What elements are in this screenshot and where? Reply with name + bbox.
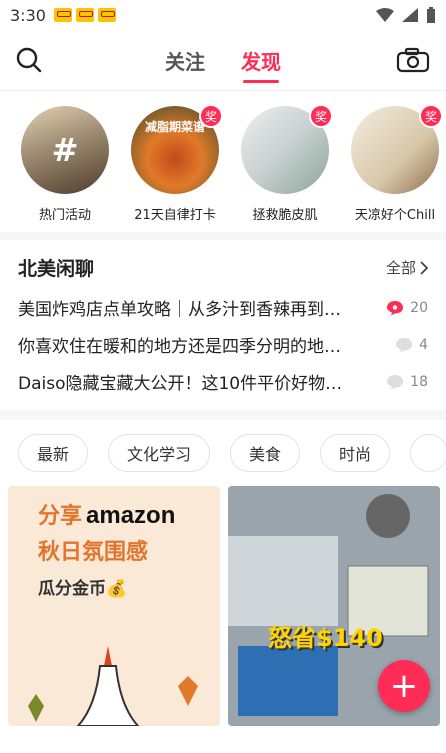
comment-icon — [396, 337, 413, 352]
chip-food[interactable]: 美食 — [230, 434, 301, 472]
chip-fashion[interactable]: 时尚 — [320, 434, 391, 472]
forum-title: 北美闲聊 — [18, 258, 95, 280]
chip-more[interactable] — [410, 434, 446, 472]
notification-icon — [53, 8, 72, 22]
forum-post[interactable]: Daiso隐藏宝藏大公开！这10件平价好物… 18 — [18, 363, 428, 400]
nav-discover[interactable] — [203, 737, 243, 753]
search-icon[interactable] — [16, 47, 42, 73]
tab-discover[interactable]: 发现 — [241, 46, 281, 75]
category-chips: 最新 文化学习 美食 时尚 — [0, 420, 446, 486]
headline-prefix: 分享 — [38, 504, 83, 529]
story-discipline[interactable]: 减脂期菜谱 奖 21天自律打卡 — [130, 104, 223, 232]
view-all-label: 全部 — [385, 259, 416, 277]
comment-count: 18 — [384, 374, 428, 390]
reward-badge: 奖 — [199, 104, 223, 128]
signal-icon — [402, 8, 418, 22]
hot-comment-icon — [387, 300, 404, 315]
story-label: 拯救脆皮肌 — [252, 208, 318, 223]
forum-section: 北美闲聊 全部 美国炸鸡店点单攻略｜从多汁到香辣再到… 20 你喜欢住在暖和的地… — [0, 240, 446, 420]
post-title: Daiso隐藏宝藏大公开！这10件平价好物… — [18, 374, 343, 394]
story-label: 21天自律打卡 — [134, 208, 216, 223]
lantern-illustration — [28, 646, 198, 726]
story-skincare[interactable]: 奖 拯救脆皮肌 — [240, 104, 333, 232]
bottom-nav — [0, 737, 446, 753]
notification-icon — [75, 8, 94, 22]
comment-count-value: 4 — [419, 336, 428, 353]
story-chill[interactable]: 奖 天凉好个Chill — [350, 104, 443, 232]
status-bar: 3:30 — [0, 0, 446, 30]
post-title: 美国炸鸡店点单攻略｜从多汁到香辣再到… — [18, 300, 341, 320]
wifi-icon — [376, 8, 394, 22]
notification-icon — [97, 8, 116, 22]
feed-card[interactable]: 分享 amazon 秋日氛围感 瓜分金币💰 — [8, 486, 220, 726]
story-label: 热门活动 — [38, 208, 91, 223]
feed-tabs: 关注 发现 — [0, 30, 446, 90]
nav-video[interactable] — [114, 737, 154, 753]
savings-label: 怒省$140 — [268, 624, 383, 652]
chevron-right-icon — [420, 260, 428, 275]
comment-count-value: 20 — [410, 299, 428, 316]
app-screen: 3:30 关注 发现 # 热门活动 减脂期菜谱 奖 21天自律打卡 奖 拯救脆皮… — [0, 0, 446, 753]
battery-icon — [427, 7, 435, 23]
hashtag-icon: # — [51, 131, 79, 169]
tab-following[interactable]: 关注 — [165, 46, 205, 75]
view-all-link[interactable]: 全部 — [386, 257, 428, 278]
chip-latest[interactable]: 最新 — [18, 434, 89, 472]
story-label: 天凉好个Chill — [354, 208, 436, 223]
story-image: # — [21, 106, 109, 194]
post-title: 你喜欢住在暖和的地方还是四季分明的地… — [18, 337, 341, 357]
card-headline: 分享 amazon — [38, 498, 175, 530]
top-header: 关注 发现 — [0, 30, 446, 90]
story-hot-events[interactable]: # 热门活动 — [20, 106, 110, 232]
comment-count: 4 — [384, 337, 428, 353]
system-icons — [376, 7, 436, 23]
forum-post[interactable]: 你喜欢住在暖和的地方还是四季分明的地… 4 — [18, 326, 428, 363]
status-time: 3:30 — [10, 5, 46, 25]
chip-culture[interactable]: 文化学习 — [108, 434, 211, 472]
reward-badge: 奖 — [419, 104, 443, 128]
camera-icon[interactable] — [396, 47, 430, 73]
nav-home[interactable] — [25, 737, 65, 753]
comment-count: 20 — [384, 300, 428, 316]
card-subheadline: 秋日氛围感 — [38, 540, 149, 565]
comment-icon — [387, 374, 404, 389]
reward-badge: 奖 — [309, 104, 333, 128]
forum-post[interactable]: 美国炸鸡店点单攻略｜从多汁到香辣再到… 20 — [18, 289, 428, 326]
nav-messages[interactable] — [292, 737, 332, 753]
create-post-button[interactable]: + — [378, 660, 430, 712]
topic-carousel: # 热门活动 减脂期菜谱 奖 21天自律打卡 奖 拯救脆皮肌 奖 天凉好个Chi… — [0, 90, 446, 240]
amazon-logo: amazon — [86, 502, 176, 529]
card-tagline: 瓜分金币💰 — [38, 579, 128, 599]
nav-profile[interactable] — [381, 737, 421, 753]
comment-count-value: 18 — [410, 373, 428, 390]
